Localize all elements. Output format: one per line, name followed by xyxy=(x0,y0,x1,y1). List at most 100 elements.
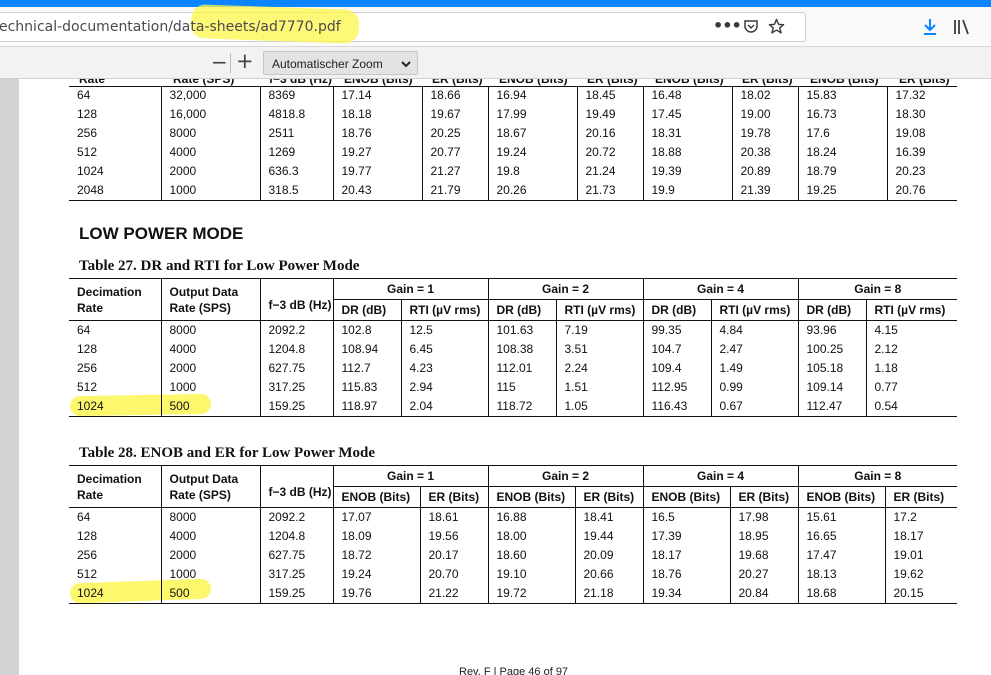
table27: Decimation Rate Output Data Rate (SPS) f−3 d… xyxy=(69,278,957,417)
table-cell: 2092.2 xyxy=(259,507,333,527)
table-cell: 18.60 xyxy=(487,546,575,565)
table-cell: 21.73 xyxy=(576,181,643,201)
table-cell: 4818.8 xyxy=(259,105,333,124)
header-text: Decimation xyxy=(77,471,142,486)
table-cell: 20.09 xyxy=(574,546,643,565)
output-data-rate-header: Output Data Rate (SPS) xyxy=(160,278,260,321)
table-cell: 20.27 xyxy=(729,565,798,584)
gain-group-header: Gain = 8 xyxy=(797,278,957,300)
table-cell: 20.26 xyxy=(487,181,577,201)
library-icon[interactable] xyxy=(953,18,971,36)
table-cell: 317.25 xyxy=(259,378,333,397)
column-header: DR (dB) xyxy=(797,299,866,321)
table-cell: 17.39 xyxy=(642,527,730,546)
url-text: echnical-documentation/data-sheets/ad777… xyxy=(0,19,341,35)
table-cell: 317.25 xyxy=(259,565,333,584)
table-cell: 109.4 xyxy=(642,359,711,378)
top-table: 64 32,000 8369 17.14 18.66 16.94 18.45 16.48 18.… xyxy=(69,86,957,201)
table-cell: 18.76 xyxy=(332,124,422,143)
table-cell: 108.38 xyxy=(487,340,556,359)
table-cell: 19.77 xyxy=(332,162,422,181)
column-header: DR (dB) xyxy=(487,299,556,321)
table-cell: 2.24 xyxy=(555,359,643,378)
column-header: ER (Bits) xyxy=(729,486,798,508)
table-cell: 17.14 xyxy=(332,86,422,105)
table-cell: 4.23 xyxy=(400,359,488,378)
column-header: DR (dB) xyxy=(642,299,711,321)
table-cell: 15.83 xyxy=(797,86,887,105)
column-header: ENOB (Bits) xyxy=(487,486,575,508)
zoom-out-button[interactable]: − xyxy=(211,50,228,74)
table-cell: 1024 xyxy=(77,399,104,413)
table-row: 64 8000 2092.2 17.07 18.61 16.88 18.41 16.5 17.9… xyxy=(69,507,957,527)
table-cell: 101.63 xyxy=(487,320,556,340)
table-cell: 12.5 xyxy=(400,320,488,340)
table-row: 256 2000 627.75 112.7 4.23 112.01 2.24 109.4 1.4… xyxy=(69,359,957,378)
decimation-rate-header: Decimation Rate xyxy=(69,465,161,508)
table-cell: 256 xyxy=(77,126,98,140)
table-cell: 20.77 xyxy=(421,143,488,162)
table-cell: 16.65 xyxy=(797,527,885,546)
download-icon[interactable] xyxy=(922,18,938,36)
url-field[interactable]: echnical-documentation/data-sheets/ad777… xyxy=(0,4,806,44)
table-cell: 159.25 xyxy=(259,397,333,417)
table-cell: 19.62 xyxy=(884,565,957,584)
table-row: 1024 2000 636.3 19.77 21.27 19.8 21.24 19.39 20.… xyxy=(69,162,957,181)
table-cell: 21.79 xyxy=(421,181,488,201)
table-cell: 19.68 xyxy=(729,546,798,565)
table-cell: 318.5 xyxy=(259,181,333,201)
table-cell: 8000 xyxy=(160,507,260,527)
table-cell: 1.05 xyxy=(555,397,643,417)
table-cell: 3.51 xyxy=(555,340,643,359)
table-cell: 512 xyxy=(77,380,98,394)
table-cell: 20.38 xyxy=(731,143,798,162)
table-cell: 20.76 xyxy=(886,181,957,201)
table-cell: 2.94 xyxy=(400,378,488,397)
pocket-icon[interactable] xyxy=(744,20,758,33)
table-cell: 2511 xyxy=(259,124,333,143)
table-row: 1024 500 159.25 19.76 21.22 19.72 21.18 19.34 20… xyxy=(69,584,957,604)
table-cell: 20.16 xyxy=(576,124,643,143)
zoom-select[interactable]: Automatischer Zoom xyxy=(263,51,418,75)
table-cell: 19.72 xyxy=(487,584,575,604)
table-cell: 19.39 xyxy=(642,162,732,181)
table-cell: 18.66 xyxy=(421,86,488,105)
table-cell: 16.48 xyxy=(642,86,732,105)
table-cell: 627.75 xyxy=(259,359,333,378)
table-cell: 19.25 xyxy=(797,181,887,201)
table-cell: 18.13 xyxy=(797,565,885,584)
column-header: ER (Bits) xyxy=(419,486,488,508)
table-cell: 112.01 xyxy=(487,359,556,378)
output-data-rate-header: Output Data Rate (SPS) xyxy=(160,465,260,508)
table-cell: 102.8 xyxy=(332,320,401,340)
table-cell: 20.66 xyxy=(574,565,643,584)
table-cell: 32,000 xyxy=(160,86,260,105)
more-icon[interactable]: ••• xyxy=(713,16,742,35)
table-cell: 15.61 xyxy=(797,507,885,527)
table-cell: 17.2 xyxy=(884,507,957,527)
table-row: 64 32,000 8369 17.14 18.66 16.94 18.45 16.48 18.… xyxy=(69,86,957,105)
table-cell: 2048 xyxy=(77,183,104,197)
star-icon[interactable] xyxy=(768,18,785,34)
zoom-in-button[interactable]: + xyxy=(236,49,254,73)
column-header: ENOB (Bits) xyxy=(642,486,730,508)
table-cell: 116.43 xyxy=(642,397,711,417)
gain-group-header: Gain = 8 xyxy=(797,465,957,487)
table-cell: 20.72 xyxy=(576,143,643,162)
table-row: 256 8000 2511 18.76 20.25 18.67 20.16 18.31 19.7… xyxy=(69,124,957,143)
table-cell: 16.5 xyxy=(642,507,730,527)
pdf-page: Rate Rate (SPS) f−3 dB (Hz) ENOB (Bits) … xyxy=(19,79,991,675)
table-cell: 2000 xyxy=(160,162,260,181)
table-header-row: Decimation Rate Output Data Rate (SPS) f−3 d… xyxy=(69,278,957,321)
table-cell: 17.47 xyxy=(797,546,885,565)
table-cell: 6.45 xyxy=(400,340,488,359)
table-cell: 0.54 xyxy=(865,397,957,417)
f3db-header: f−3 dB (Hz) xyxy=(259,278,333,321)
table-cell: 100.25 xyxy=(797,340,866,359)
toolbar-separator xyxy=(230,53,231,73)
table-cell: 17.07 xyxy=(332,507,420,527)
table-cell: 19.9 xyxy=(642,181,732,201)
table-cell: 19.01 xyxy=(884,546,957,565)
table-cell: 118.97 xyxy=(332,397,401,417)
pdf-viewer[interactable]: Rate Rate (SPS) f−3 dB (Hz) ENOB (Bits) … xyxy=(0,79,991,675)
